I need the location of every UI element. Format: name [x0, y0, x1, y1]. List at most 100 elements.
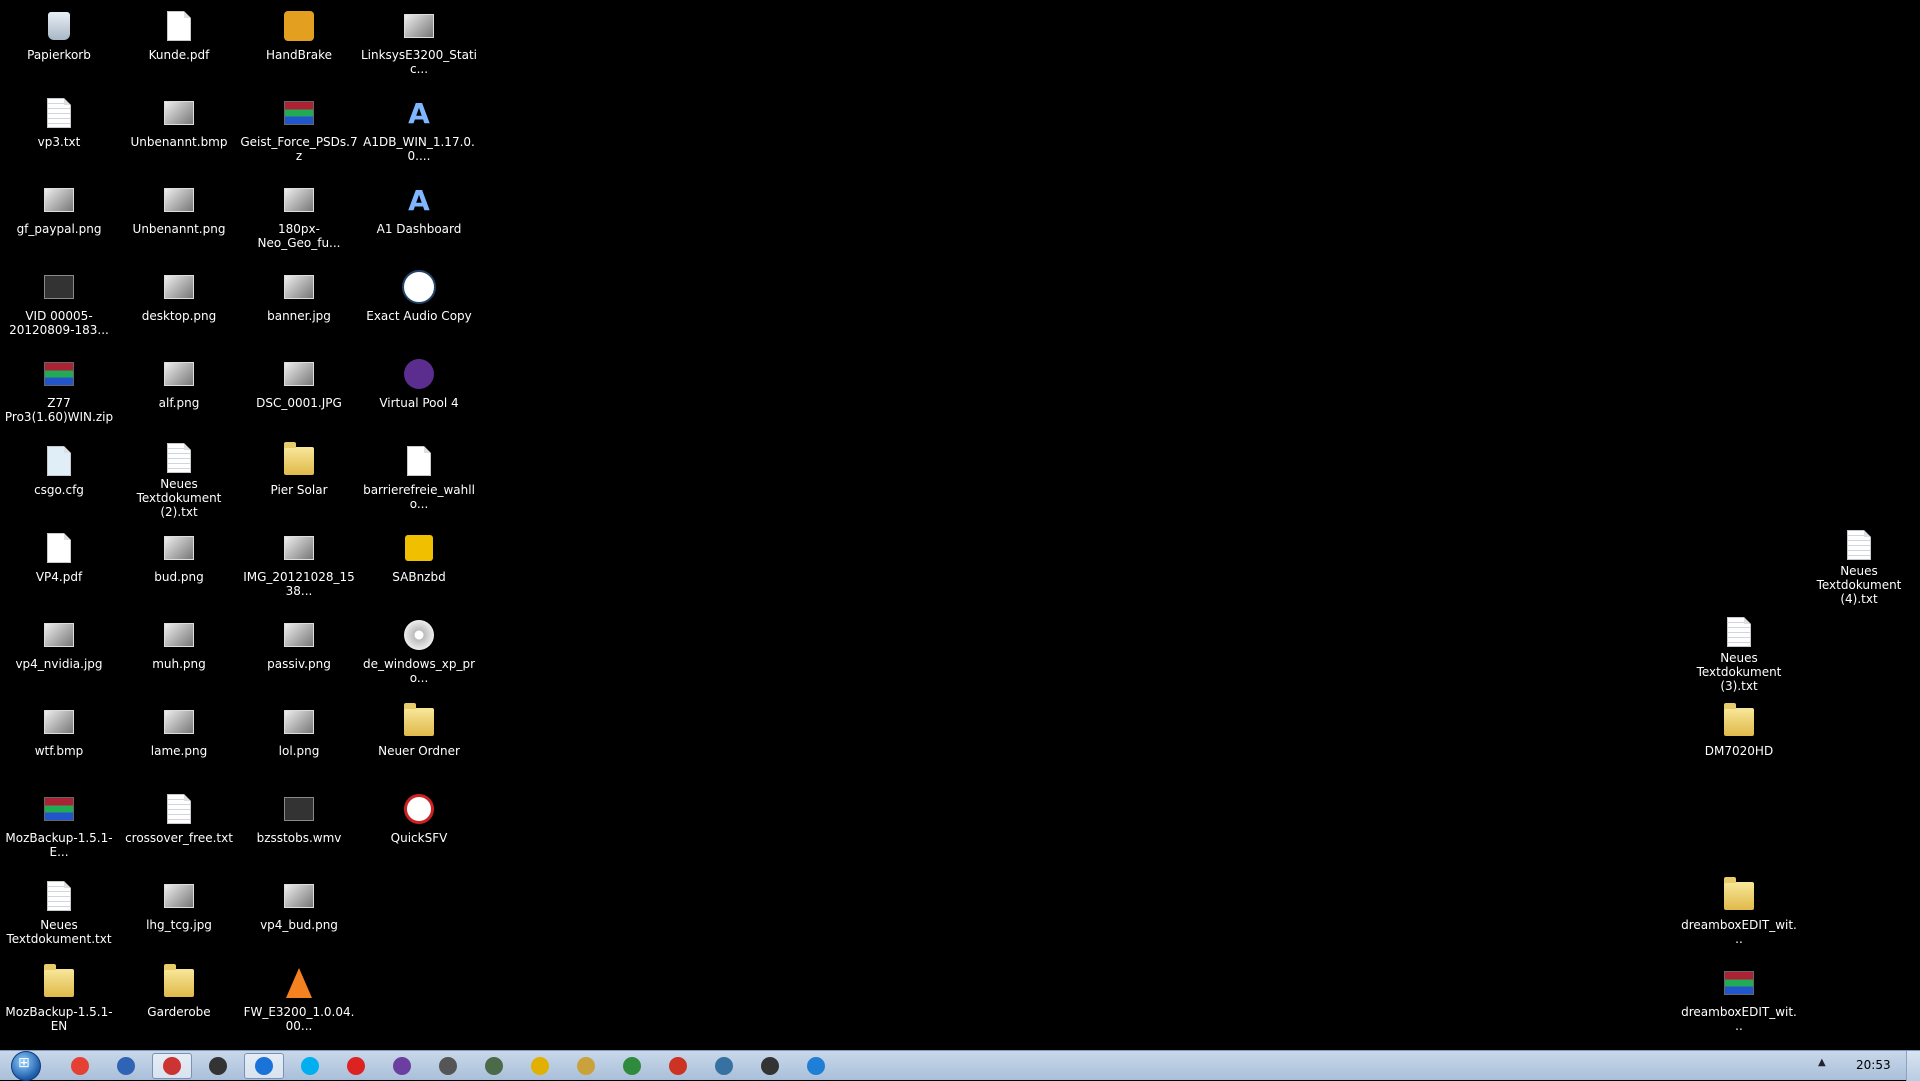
image-file-icon [161, 878, 197, 914]
desktop-icon[interactable]: de_windows_xp_pro... [360, 611, 478, 691]
taskbar-button[interactable] [60, 1053, 100, 1079]
taskbar-button[interactable] [520, 1053, 560, 1079]
start-button[interactable] [8, 1051, 44, 1081]
desktop-icon[interactable]: dreamboxEDIT_wit... [1680, 959, 1798, 1039]
desktop-icon[interactable]: crossover_free.txt [120, 785, 238, 865]
desktop-icon[interactable]: vp3.txt [0, 89, 118, 169]
desktop-icon[interactable]: Unbenannt.png [120, 176, 238, 256]
desktop-icon[interactable]: lol.png [240, 698, 358, 778]
blank-file-icon [401, 443, 437, 479]
desktop-icon[interactable]: lame.png [120, 698, 238, 778]
desktop-icon-label: Neues Textdokument (3).txt [1696, 651, 1782, 693]
sabnzbd-icon [531, 1057, 549, 1075]
desktop-icon[interactable]: Z77 Pro3(1.60)WIN.zip [0, 350, 118, 430]
desktop[interactable]: Papierkorb vp3.txt gf_paypal.png VID 00005-… [0, 0, 1920, 1050]
desktop-icon[interactable]: A A1DB_WIN_1.17.0.0.... [360, 89, 478, 169]
desktop-icon[interactable]: dreamboxEDIT_wit... [1680, 872, 1798, 952]
show-desktop-button[interactable] [1906, 1051, 1920, 1081]
desktop-icon[interactable]: Neues Textdokument (3).txt [1680, 611, 1798, 693]
desktop-icon[interactable]: Neues Textdokument.txt [0, 872, 118, 952]
steam-icon [209, 1057, 227, 1075]
utorrent-icon [623, 1057, 641, 1075]
image-file-icon [161, 530, 197, 566]
desktop-icon[interactable]: Geist_Force_PSDs.7z [240, 89, 358, 169]
desktop-icon[interactable]: vp4_nvidia.jpg [0, 611, 118, 691]
desktop-icon-label: bzsstobs.wmv [256, 831, 342, 845]
text-file-icon [1841, 530, 1877, 560]
desktop-icon-label: VID 00005-20120809-183... [9, 309, 109, 337]
desktop-icon-label: Z77 Pro3(1.60)WIN.zip [4, 396, 114, 424]
taskbar-button[interactable] [612, 1053, 652, 1079]
desktop-icon[interactable]: Neues Textdokument (2).txt [120, 437, 238, 519]
desktop-icon[interactable]: banner.jpg [240, 263, 358, 343]
image-file-icon [161, 95, 197, 131]
desktop-icon[interactable]: wtf.bmp [0, 698, 118, 778]
app-icon [163, 1057, 181, 1075]
desktop-icon[interactable]: SABnzbd [360, 524, 478, 604]
taskbar-button[interactable] [382, 1053, 422, 1079]
taskbar-button[interactable] [198, 1053, 238, 1079]
desktop-icon[interactable]: csgo.cfg [0, 437, 118, 517]
desktop-icon[interactable]: QuickSFV [360, 785, 478, 865]
desktop-icon-label: banner.jpg [267, 309, 331, 323]
desktop-icon[interactable]: alf.png [120, 350, 238, 430]
taskbar-button[interactable] [796, 1053, 836, 1079]
text-file-icon [41, 878, 77, 914]
taskbar-button[interactable] [428, 1053, 468, 1079]
python-icon [715, 1057, 733, 1075]
desktop-icon[interactable]: DM7020HD [1680, 698, 1798, 778]
desktop-icon[interactable]: barrierefreie_wahllo... [360, 437, 478, 517]
desktop-icon[interactable]: lhg_tcg.jpg [120, 872, 238, 952]
taskbar-button[interactable] [658, 1053, 698, 1079]
desktop-icon[interactable]: IMG_20121028_1538... [240, 524, 358, 604]
system-tray: ▲ 20:53 [1790, 1051, 1920, 1081]
desktop-icon[interactable]: FW_E3200_1.0.04.00... [240, 959, 358, 1039]
desktop-icon[interactable]: Papierkorb [0, 2, 118, 82]
clock[interactable]: 20:53 [1856, 1058, 1891, 1072]
desktop-icon[interactable]: bzsstobs.wmv [240, 785, 358, 865]
desktop-icon[interactable]: vp4_bud.png [240, 872, 358, 952]
taskbar-button[interactable] [704, 1053, 744, 1079]
desktop-icon[interactable]: gf_paypal.png [0, 176, 118, 256]
desktop-icon[interactable]: Kunde.pdf [120, 2, 238, 82]
taskbar-button[interactable] [106, 1053, 146, 1079]
taskbar-button[interactable] [290, 1053, 330, 1079]
desktop-icon[interactable]: MozBackup-1.5.1-EN [0, 959, 118, 1039]
alien-icon [439, 1057, 457, 1075]
desktop-icon[interactable]: VP4.pdf [0, 524, 118, 604]
taskbar-button[interactable] [152, 1053, 192, 1079]
taskbar-button[interactable] [750, 1053, 790, 1079]
uplay-icon [347, 1057, 365, 1075]
desktop-icon[interactable]: LinksysE3200_Static... [360, 2, 478, 82]
desktop-icon[interactable]: Neuer Ordner [360, 698, 478, 778]
desktop-icon-label: Kunde.pdf [148, 48, 210, 62]
desktop-icon-label: SABnzbd [392, 570, 446, 584]
desktop-icon[interactable]: HandBrake [240, 2, 358, 82]
desktop-icon-label: A1DB_WIN_1.17.0.0.... [363, 135, 475, 163]
desktop-icon[interactable]: passiv.png [240, 611, 358, 691]
desktop-icon-label: vp3.txt [37, 135, 81, 149]
desktop-icon-label: alf.png [158, 396, 200, 410]
desktop-icon[interactable]: Neues Textdokument (4).txt [1800, 524, 1918, 606]
config-file-icon [41, 443, 77, 479]
desktop-icon[interactable]: bud.png [120, 524, 238, 604]
desktop-icon[interactable]: Pier Solar [240, 437, 358, 517]
desktop-icon[interactable]: desktop.png [120, 263, 238, 343]
show-hidden-icons-button[interactable]: ▲ [1818, 1057, 1826, 1068]
desktop-icon[interactable]: MozBackup-1.5.1-E... [0, 785, 118, 865]
desktop-icon[interactable]: VID 00005-20120809-183... [0, 263, 118, 343]
desktop-icon[interactable]: Garderobe [120, 959, 238, 1039]
desktop-icon[interactable]: A A1 Dashboard [360, 176, 478, 256]
desktop-icon-label: FW_E3200_1.0.04.00... [243, 1005, 355, 1033]
desktop-icon[interactable]: Virtual Pool 4 [360, 350, 478, 430]
taskbar-button[interactable] [244, 1053, 284, 1079]
taskbar-button[interactable] [336, 1053, 376, 1079]
desktop-icon[interactable]: DSC_0001.JPG [240, 350, 358, 430]
desktop-icon-label: VP4.pdf [35, 570, 83, 584]
taskbar-button[interactable] [566, 1053, 606, 1079]
taskbar-button[interactable] [474, 1053, 514, 1079]
desktop-icon[interactable]: 180px-Neo_Geo_fu... [240, 176, 358, 256]
desktop-icon[interactable]: muh.png [120, 611, 238, 691]
desktop-icon[interactable]: Unbenannt.bmp [120, 89, 238, 169]
desktop-icon[interactable]: Exact Audio Copy [360, 263, 478, 343]
